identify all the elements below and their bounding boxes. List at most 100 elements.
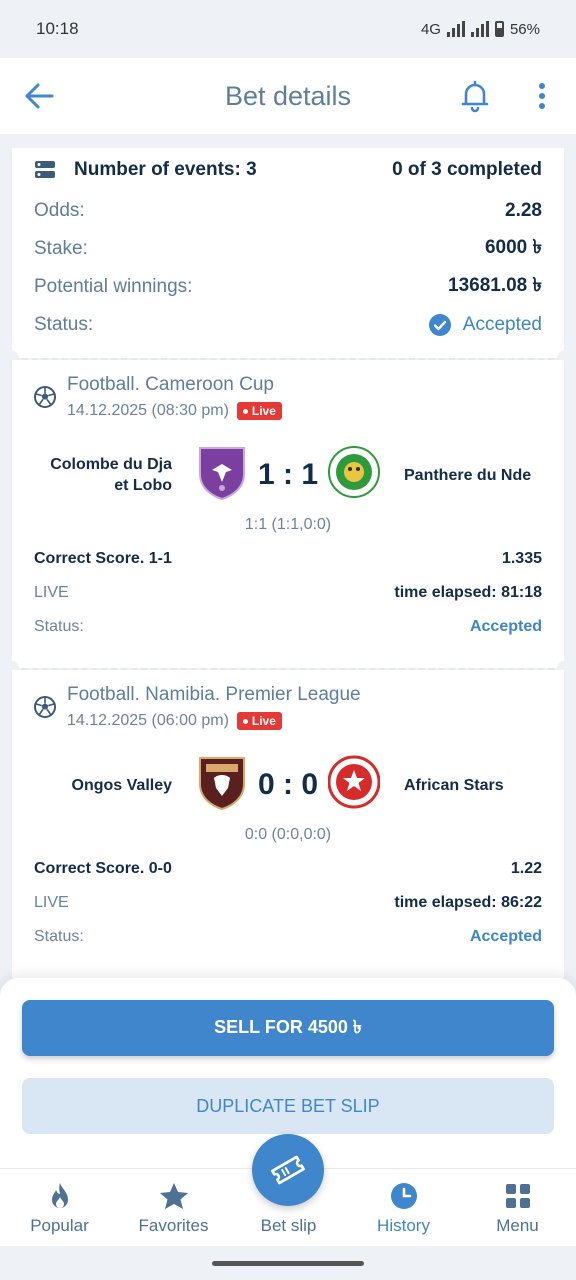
more-vertical-icon[interactable] [530,78,554,114]
bet-summary-card: Number of events: 3 0 of 3 completed Odd… [12,148,564,358]
live-label: LIVE [34,894,69,911]
match-row: Colombe du Dja et Lobo 1 : 1 Panthere du… [12,444,564,514]
event-header: Football. Namibia. Premier League 14.12.… [67,684,361,730]
bet-odds-value: 1.335 [501,550,542,567]
stake-row: Stake: 6000 ৳ [12,230,564,268]
soccer-ball-icon [34,696,56,718]
nav-popular-label: Popular [30,1216,89,1235]
event-status-value: Accepted [469,618,542,635]
event-header: Football. Cameroon Cup 14.12.2025 (08:30… [67,374,282,420]
live-dot-icon [242,718,248,724]
home-indicator[interactable] [212,1261,364,1266]
flame-icon [51,1183,68,1208]
event-date: 14.12.2025 (08:30 pm) [67,402,229,419]
match-score: 1 : 1 [257,458,319,491]
status-icons: 4G 56% [421,21,540,38]
back-arrow-icon[interactable] [22,78,58,114]
live-dot-icon [242,408,248,414]
event-status-value: Accepted [469,928,542,945]
winnings-value: 13681.08 ৳ [448,275,542,296]
live-badge-label: Live [251,714,276,728]
status-value: Accepted [462,314,542,335]
events-count: Number of events: 3 [74,159,257,180]
stake-label: Stake: [34,238,88,259]
status-time: 10:18 [36,19,79,38]
home-team-logo [199,757,245,810]
home-team-line-2: et Lobo [114,477,172,494]
nav-bet-slip-label: Bet slip [260,1216,317,1235]
home-team-line-1: Colombe du Dja [50,456,172,473]
network-label: 4G [420,20,441,38]
events-row: Number of events: 3 0 of 3 completed [12,148,564,192]
grid-icon [505,1184,530,1208]
nav-menu-label: Menu [496,1216,539,1235]
home-team-name: Colombe du Dja et Lobo [12,454,172,496]
home-team-line-1: Ongos Valley [71,777,172,794]
match-row: Ongos Valley 0 : 0 African Stars [12,754,564,824]
winnings-label: Potential winnings: [34,276,193,297]
battery-level: 56% [509,20,540,38]
soccer-ball-icon [34,386,56,408]
event-card[interactable]: Football. Namibia. Premier League 14.12.… [12,670,564,978]
bet-type-label: Correct Score. 0-0 [34,860,172,877]
time-elapsed: time elapsed: 86:22 [394,894,542,911]
nav-history-label: History [377,1216,430,1235]
live-row: LIVE time elapsed: 81:18 [12,578,564,608]
bet-slip-fab[interactable] [252,1134,324,1206]
live-badge: Live [236,712,282,730]
bet-type-label: Correct Score. 1-1 [34,550,172,567]
bet-type-row: Correct Score. 1-1 1.335 [12,544,564,574]
live-badge-label: Live [251,404,276,418]
star-icon [159,1183,188,1209]
status-label: Status: [34,314,94,335]
event-status-row: Status: Accepted [12,612,564,642]
clock-icon [390,1183,417,1209]
live-row: LIVE time elapsed: 86:22 [12,888,564,918]
odds-row: Odds: 2.28 [12,192,564,230]
app-bar: Bet details [0,58,576,134]
signal-icon [446,21,465,37]
event-date-row: 14.12.2025 (08:30 pm) Live [67,402,282,420]
odds-label: Odds: [34,200,85,221]
home-team-logo [199,447,245,500]
stake-value: 6000 ৳ [484,237,542,258]
sub-score: 0:0 (0:0,0:0) [244,826,332,843]
nav-favorites-label: Favorites [138,1216,209,1235]
event-status-label: Status: [34,928,84,945]
battery-icon [494,21,504,37]
nav-history[interactable]: History [346,1169,461,1247]
event-date-row: 14.12.2025 (06:00 pm) Live [67,712,361,730]
odds-value: 2.28 [505,200,542,221]
status-row: Status: Accepted [12,306,564,344]
signal-2-icon [470,21,489,37]
completed-count: 0 of 3 completed [392,159,542,180]
away-team-logo [328,446,380,498]
sub-score: 1:1 (1:1,0:0) [244,516,332,533]
ticket-icon [271,1155,305,1185]
system-home-bar [0,1246,576,1280]
bet-odds-value: 1.22 [510,860,542,877]
nav-menu[interactable]: Menu [460,1169,575,1247]
winnings-row: Potential winnings: 13681.08 ৳ [12,268,564,306]
duplicate-bet-slip-button[interactable]: DUPLICATE BET SLIP [22,1078,554,1134]
away-team-logo [328,755,380,809]
live-label: LIVE [34,584,69,601]
sell-button[interactable]: SELL FOR 4500 ৳ [22,1000,554,1056]
event-card[interactable]: Football. Cameroon Cup 14.12.2025 (08:30… [12,360,564,668]
live-badge: Live [236,402,282,420]
event-title: Football. Cameroon Cup [67,374,274,395]
bell-icon[interactable] [458,78,492,114]
away-team-name: African Stars [404,777,504,794]
event-date: 14.12.2025 (06:00 pm) [67,712,229,729]
event-status-row: Status: Accepted [12,922,564,952]
bet-type-row: Correct Score. 0-0 1.22 [12,854,564,884]
home-team-name: Ongos Valley [12,775,172,796]
event-title: Football. Namibia. Premier League [67,684,361,705]
nav-popular[interactable]: Popular [2,1169,117,1247]
event-status-label: Status: [34,618,84,635]
check-circle-icon [428,314,451,336]
events-stack-icon [35,161,55,178]
time-elapsed: time elapsed: 81:18 [394,584,542,601]
nav-favorites[interactable]: Favorites [116,1169,231,1247]
status-bar: 10:18 4G 56% [0,0,576,58]
